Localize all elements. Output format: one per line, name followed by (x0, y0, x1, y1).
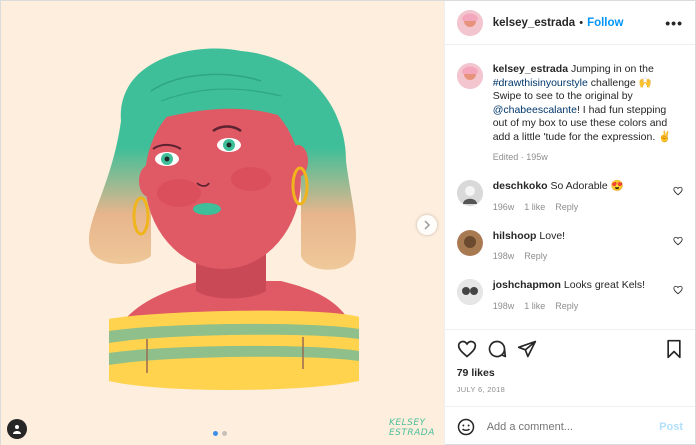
caption: kelsey_estrada Jumping in on the #drawth… (456, 63, 683, 162)
caption-text: kelsey_estrada Jumping in on the #drawth… (492, 63, 672, 143)
avatar[interactable] (456, 279, 483, 305)
next-slide-button[interactable] (417, 215, 437, 235)
post-sidebar: kelsey_estrada • Follow ••• kelsey_estra… (443, 1, 695, 445)
reply-button[interactable]: Reply (524, 251, 547, 261)
comment-item: hilshoop Love! 198w Reply (456, 229, 683, 261)
carousel-dots (213, 431, 227, 436)
comment-text: hilshoop Love! (492, 229, 566, 242)
reply-button[interactable]: Reply (555, 202, 578, 212)
post-header: kelsey_estrada • Follow ••• (444, 1, 695, 45)
comment-text: joshchapmon Looks great Kels! (492, 279, 646, 291)
comment-likes[interactable]: 1 like (524, 301, 545, 311)
illustration (88, 48, 359, 390)
caption-username[interactable]: kelsey_estrada (493, 63, 568, 75)
comment-item: joshchapmon Looks great Kels! 198w 1 like… (456, 279, 683, 311)
comment-meta: 198w 1 like Reply (492, 300, 579, 311)
carousel-dot (222, 431, 227, 436)
comment-meta: 198w Reply (492, 251, 548, 261)
post-date: JULY 6, 2018 (456, 385, 506, 394)
heart-icon[interactable] (673, 236, 683, 246)
avatar[interactable] (456, 9, 483, 36)
avatar[interactable] (456, 63, 483, 89)
post-dialog: KELSEY ESTRADA kelsey_estrada • Follow •… (0, 0, 696, 445)
chevron-right-icon (424, 220, 431, 230)
hashtag-link[interactable]: #drawthisinyourstyle (493, 77, 588, 89)
add-comment-bar: Post (444, 406, 695, 445)
action-bar (444, 329, 695, 367)
mention-link[interactable]: @chabeescalante (493, 104, 577, 116)
heart-icon[interactable] (673, 186, 683, 196)
comment-username[interactable]: joshchapmon (493, 279, 561, 291)
comment-likes[interactable]: 1 like (524, 202, 545, 212)
comment-username[interactable]: deschkoko (493, 180, 548, 192)
comment-username[interactable]: hilshoop (493, 230, 537, 242)
header-username[interactable]: kelsey_estrada (493, 17, 575, 29)
emoji-icon[interactable] (457, 418, 475, 436)
comment-meta: 196w 1 like Reply (492, 201, 579, 212)
follow-button[interactable]: Follow (587, 17, 623, 29)
avatar[interactable] (456, 229, 483, 256)
comment-text: deschkoko So Adorable 😍 (492, 180, 624, 192)
bookmark-icon[interactable] (665, 339, 683, 359)
share-send-icon[interactable] (517, 339, 537, 359)
artist-watermark: KELSEY ESTRADA (389, 418, 435, 438)
caption-meta: Edited · 195w (492, 152, 548, 162)
tagged-users-button[interactable] (7, 419, 27, 439)
post-media[interactable]: KELSEY ESTRADA (1, 1, 444, 445)
header-separator: • (579, 16, 584, 29)
avatar[interactable] (456, 180, 483, 206)
heart-icon[interactable] (673, 285, 683, 295)
comment-input[interactable] (486, 420, 660, 433)
likes-count[interactable]: 79 likes (445, 367, 695, 379)
comment-bubble-icon[interactable] (487, 339, 507, 359)
post-comment-button[interactable]: Post (659, 421, 683, 433)
carousel-dot (213, 431, 218, 436)
like-heart-icon[interactable] (457, 339, 477, 359)
comments-list[interactable]: kelsey_estrada Jumping in on the #drawth… (445, 45, 695, 329)
comment-item: deschkoko So Adorable 😍 196w 1 like Reply (456, 180, 683, 212)
reply-button[interactable]: Reply (555, 301, 578, 311)
user-icon (13, 425, 21, 434)
more-options-icon[interactable]: ••• (665, 15, 683, 31)
